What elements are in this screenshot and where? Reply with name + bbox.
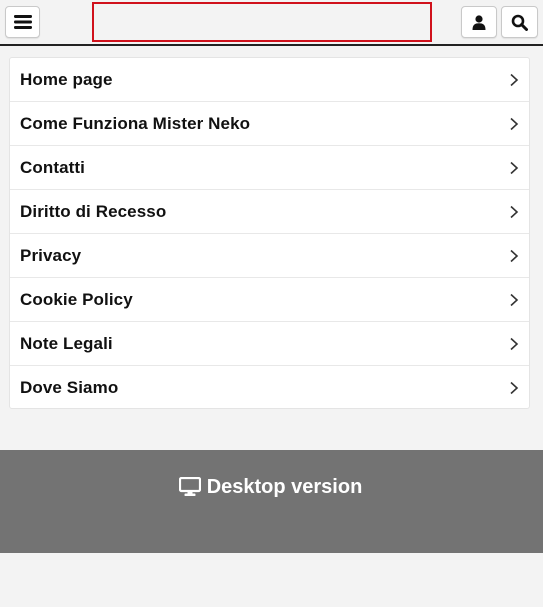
chevron-right-icon bbox=[510, 117, 519, 130]
user-icon bbox=[472, 14, 486, 30]
chevron-right-icon bbox=[510, 337, 519, 350]
menu-item-label: Note Legali bbox=[20, 333, 113, 353]
account-button[interactable] bbox=[461, 6, 497, 38]
menu-item-note-legali[interactable]: Note Legali bbox=[10, 322, 529, 366]
menu-item-label: Dove Siamo bbox=[20, 378, 119, 397]
footer-band: Desktop version bbox=[0, 450, 543, 553]
menu-item-home-page[interactable]: Home page bbox=[10, 58, 529, 102]
desktop-version-label: Desktop version bbox=[206, 475, 363, 498]
menu-item-dove-siamo[interactable]: Dove Siamo bbox=[10, 366, 529, 408]
chevron-right-icon bbox=[510, 293, 519, 306]
menu-button[interactable] bbox=[5, 6, 40, 38]
navigation-menu: Home page Come Funziona Mister Neko Cont… bbox=[9, 57, 530, 409]
logo-placeholder[interactable] bbox=[92, 2, 432, 42]
menu-item-label: Diritto di Recesso bbox=[20, 201, 167, 221]
menu-item-cookie-policy[interactable]: Cookie Policy bbox=[10, 278, 529, 322]
menu-item-come-funziona[interactable]: Come Funziona Mister Neko bbox=[10, 102, 529, 146]
menu-item-label: Come Funziona Mister Neko bbox=[20, 113, 251, 133]
search-icon bbox=[511, 14, 528, 31]
chevron-right-icon bbox=[510, 161, 519, 174]
chevron-right-icon bbox=[510, 381, 519, 395]
menu-item-diritto-di-recesso[interactable]: Diritto di Recesso bbox=[10, 190, 529, 234]
hamburger-menu-icon bbox=[13, 15, 32, 29]
menu-item-label: Contatti bbox=[20, 157, 86, 177]
search-button[interactable] bbox=[501, 6, 538, 38]
menu-item-label: Home page bbox=[20, 69, 113, 89]
chevron-right-icon bbox=[510, 249, 519, 262]
monitor-icon bbox=[178, 477, 201, 496]
menu-item-privacy[interactable]: Privacy bbox=[10, 234, 529, 278]
desktop-version-link[interactable]: Desktop version bbox=[0, 473, 543, 501]
menu-item-label: Cookie Policy bbox=[20, 289, 133, 309]
top-header bbox=[0, 0, 543, 46]
menu-item-label: Privacy bbox=[20, 245, 82, 265]
chevron-right-icon bbox=[510, 73, 519, 86]
menu-item-contatti[interactable]: Contatti bbox=[10, 146, 529, 190]
chevron-right-icon bbox=[510, 205, 519, 218]
